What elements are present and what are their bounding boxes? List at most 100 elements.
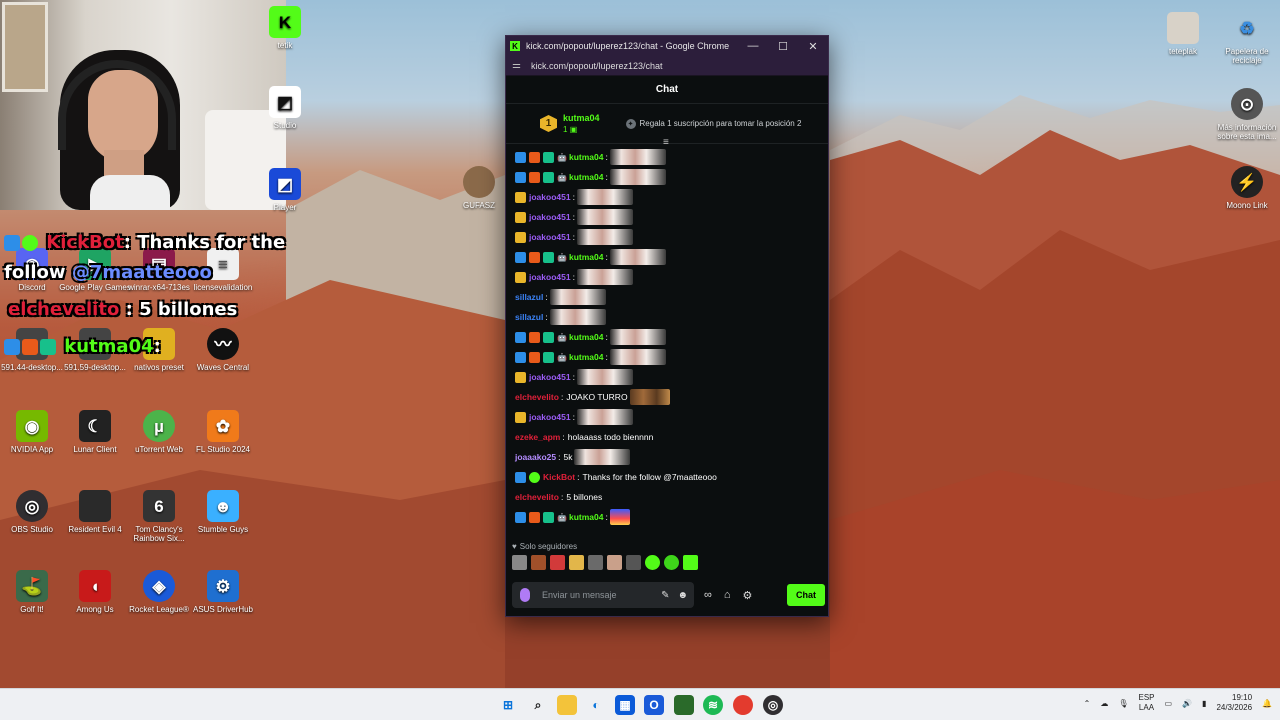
chat-message[interactable]: joakoo451: — [515, 267, 828, 287]
chat-username[interactable]: sillazul — [515, 312, 543, 322]
chat-message[interactable]: 🤖 kutma04: — [515, 247, 828, 267]
obs-taskbar-icon[interactable]: ◎ — [763, 695, 783, 715]
emote-item[interactable] — [607, 554, 622, 570]
desktop-icon-rainbow-six[interactable]: 6 Tom Clancy's Rainbow Six... — [122, 490, 196, 543]
chat-message[interactable]: joakoo451: — [515, 367, 828, 387]
chat-message[interactable]: KickBot: Thanks for the follow @7maatteoo… — [515, 467, 828, 487]
chevron-up-icon[interactable]: ⌃ — [1084, 699, 1091, 708]
language-indicator[interactable]: ESP LAA — [1138, 693, 1154, 713]
chat-username[interactable]: joakoo451 — [529, 372, 571, 382]
gift-subscription-prompt[interactable]: ✦ Regala 1 suscripción para tomar la pos… — [625, 118, 801, 129]
desktop-icon-studio[interactable]: ◩ Studio — [262, 86, 308, 130]
chat-username[interactable]: kutma04 — [569, 152, 604, 162]
start-windows-icon[interactable]: ⊞ — [498, 695, 518, 715]
emote-item[interactable] — [550, 554, 565, 570]
app-icon[interactable] — [674, 695, 694, 715]
clock[interactable]: 19:10 24/3/2026 — [1216, 693, 1252, 713]
chat-username[interactable]: ezeke_apm — [515, 432, 560, 442]
chat-username[interactable]: sillazul — [515, 292, 543, 302]
desktop-icon-kick[interactable]: Ktetik — [262, 6, 308, 50]
desktop-icon-asus-driverhub[interactable]: ⚙ ASUS DriverHub — [186, 570, 260, 614]
chat-message[interactable]: joakoo451: — [515, 407, 828, 427]
chat-message[interactable]: joakoo451: — [515, 187, 828, 207]
chat-username[interactable]: joakoo451 — [529, 192, 571, 202]
window-titlebar[interactable]: K kick.com/popout/luperez123/chat - Goog… — [506, 36, 828, 56]
emote-item[interactable] — [626, 554, 641, 570]
emote-item[interactable] — [645, 554, 660, 570]
desktop-icon-utorrent[interactable]: µ uTorrent Web — [122, 410, 196, 454]
desktop-icon-resident-evil[interactable]: Resident Evil 4 — [58, 490, 132, 534]
points-icon[interactable]: ∞ — [704, 589, 712, 602]
desktop-icon-among-us[interactable]: ◖ Among Us — [58, 570, 132, 614]
desktop-icon-teteplak[interactable]: teteplak — [1146, 12, 1220, 56]
emote-item[interactable] — [569, 554, 584, 570]
quick-emote-row[interactable] — [506, 553, 828, 571]
emote-item[interactable] — [531, 554, 546, 570]
desktop-icon-rocket-league[interactable]: ◈ Rocket League® — [122, 570, 196, 614]
notification-icon[interactable]: 🔔 — [1262, 699, 1272, 708]
desktop-icon-gufasz[interactable]: GUFASZ — [444, 166, 514, 210]
url-text[interactable]: kick.com/popout/luperez123/chat — [531, 61, 663, 71]
chat-message-list[interactable]: ≡ 🤖 kutma04: 🤖 kutma04: joakoo451: joakoo451:… — [506, 137, 828, 539]
scroll-pause-icon[interactable]: ≡ — [663, 137, 669, 148]
desktop-icon-fl-studio[interactable]: ✿ FL Studio 2024 — [186, 410, 260, 454]
chat-username[interactable]: kutma04 — [569, 332, 604, 342]
chat-message[interactable]: 🤖 kutma04: — [515, 327, 828, 347]
emote-item[interactable] — [512, 554, 527, 570]
chat-message[interactable]: sillazul: — [515, 287, 828, 307]
chat-message[interactable]: 🤖 kutma04: — [515, 507, 828, 527]
chat-username[interactable]: kutma04 — [569, 252, 604, 262]
chat-message-input[interactable]: Enviar un mensaje ✎ ☻ — [512, 582, 694, 608]
chat-message[interactable]: ezeke_apm: holaaass todo biennnn — [515, 427, 828, 447]
maximize-button[interactable]: ☐ — [768, 40, 798, 53]
spotify-icon[interactable]: ≋ — [703, 695, 723, 715]
volume-icon[interactable]: 🔊 — [1182, 699, 1192, 708]
chat-username[interactable]: joakoo451 — [529, 232, 571, 242]
chat-message[interactable]: 🤖 kutma04: — [515, 347, 828, 367]
edge-icon[interactable]: ◐ — [586, 695, 606, 715]
site-settings-icon[interactable]: ⚌ — [512, 60, 521, 71]
chat-username[interactable]: kutma04 — [569, 352, 604, 362]
chat-message[interactable]: joakoo451: — [515, 227, 828, 247]
chat-popup-window[interactable]: K kick.com/popout/luperez123/chat - Goog… — [505, 35, 829, 617]
emote-item[interactable] — [588, 554, 603, 570]
chat-message[interactable]: joakoo451: — [515, 207, 828, 227]
chat-message[interactable]: sillazul: — [515, 307, 828, 327]
search-icon[interactable]: ⌕ — [528, 695, 548, 715]
desktop-icon-waves-central[interactable]: 〰 Waves Central — [186, 328, 260, 372]
desktop-icon-moono-link[interactable]: ⚡ Moono Link — [1210, 166, 1280, 210]
chat-username[interactable]: joakoo451 — [529, 272, 571, 282]
emoji-icon[interactable]: ☻ — [677, 590, 688, 601]
chat-username[interactable]: joakoo451 — [529, 412, 571, 422]
outlook-icon[interactable]: O — [644, 695, 664, 715]
onedrive-icon[interactable]: ☁ — [1100, 699, 1108, 708]
microsoft-store-icon[interactable]: ▦ — [615, 695, 635, 715]
battery-icon[interactable]: ▮ — [1202, 699, 1206, 708]
desktop-icon-more-info[interactable]: ⊙ Más información sobre esta ima... — [1210, 88, 1280, 141]
chat-username[interactable]: joakoo451 — [529, 212, 571, 222]
chat-username[interactable]: joaaako25 — [515, 452, 556, 462]
send-chat-button[interactable]: Chat — [787, 584, 825, 606]
chat-message[interactable]: 🤖 kutma04: — [515, 147, 828, 167]
store-icon[interactable]: ⌂ — [724, 589, 731, 602]
minimize-button[interactable]: — — [738, 40, 768, 52]
chat-message[interactable]: elchevelito: JOAKO TURRO — [515, 387, 828, 407]
chat-username[interactable]: KickBot — [543, 472, 575, 482]
chat-username[interactable]: elchevelito — [515, 392, 559, 402]
chat-username[interactable]: kutma04 — [569, 172, 604, 182]
microphone-tray-icon[interactable]: 🎙 — [1118, 699, 1128, 708]
desktop-icon-stumble-guys[interactable]: ☻ Stumble Guys — [186, 490, 260, 534]
desktop-icon-player[interactable]: ◩ Player — [262, 168, 308, 212]
desktop-icon-recycle-bin[interactable]: ♻ Papelera de reciclaje — [1210, 12, 1280, 66]
chat-message[interactable]: elchevelito:5 billones — [515, 487, 828, 507]
file-explorer-icon[interactable] — [557, 695, 577, 715]
translate-icon[interactable]: ✎ — [661, 590, 669, 601]
chat-username[interactable]: elchevelito — [515, 492, 559, 502]
emote-item[interactable] — [683, 554, 698, 570]
emote-item[interactable] — [664, 554, 679, 570]
network-icon[interactable]: ▭ — [1165, 699, 1173, 708]
address-bar[interactable]: ⚌ kick.com/popout/luperez123/chat — [506, 56, 828, 76]
settings-gear-icon[interactable]: ⚙ — [743, 589, 753, 602]
desktop-icon-lunar-client[interactable]: ☾ Lunar Client — [58, 410, 132, 454]
microphone-icon[interactable] — [520, 588, 530, 602]
